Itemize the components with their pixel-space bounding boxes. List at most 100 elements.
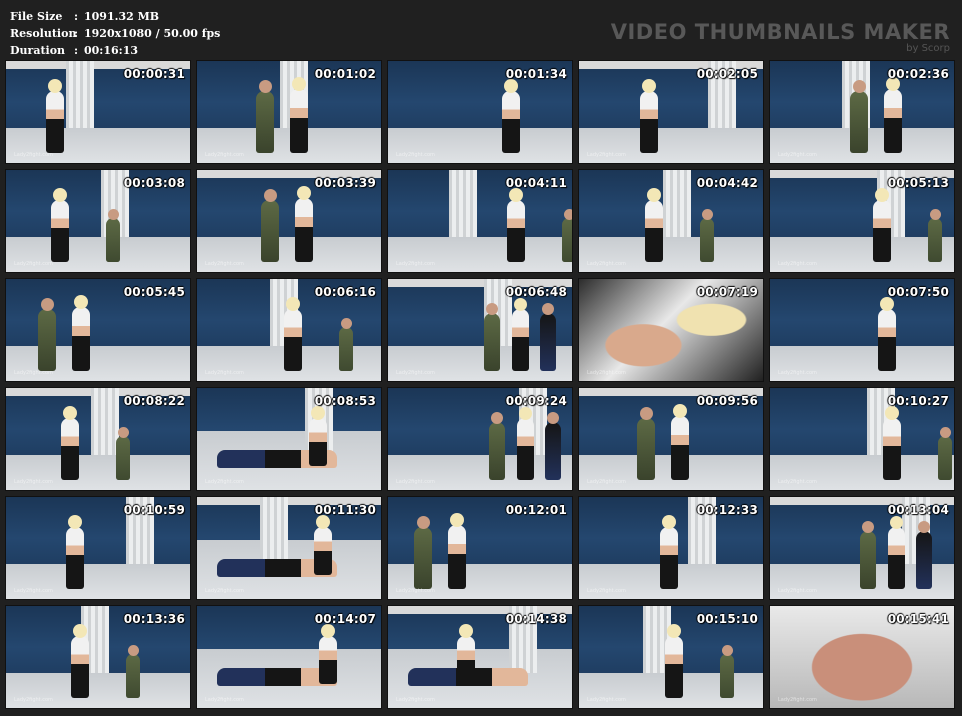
video-thumbnail[interactable]: Lady2fight.com 00:09:24 (388, 388, 572, 490)
person-figure (660, 527, 678, 589)
video-thumbnail[interactable]: Lady2fight.com 00:08:53 (197, 388, 381, 490)
window-curtain (91, 388, 119, 456)
thumbnail-timestamp: 00:01:34 (505, 67, 567, 81)
person-figure (339, 327, 353, 371)
person-figure (883, 418, 901, 480)
video-thumbnail[interactable]: Lady2fight.com 00:07:19 (579, 279, 763, 381)
thumbnail-watermark: Lady2fight.com (778, 588, 817, 594)
person-head (450, 513, 464, 527)
thumbnail-timestamp: 00:15:10 (696, 612, 758, 626)
person-head (852, 80, 866, 93)
thumbnail-timestamp: 00:05:13 (887, 176, 949, 190)
thumbnail-watermark: Lady2fight.com (396, 588, 435, 594)
thumbnail-timestamp: 00:10:27 (887, 394, 949, 408)
person-figure (878, 309, 896, 371)
file-size-label: File Size (10, 10, 63, 23)
thumbnail-watermark: Lady2fight.com (587, 697, 626, 703)
video-thumbnail[interactable]: Lady2fight.com 00:14:07 (197, 606, 381, 708)
window-curtain (663, 170, 691, 238)
person-figure (46, 91, 64, 153)
video-thumbnail[interactable]: Lady2fight.com 00:05:13 (770, 170, 954, 272)
person-figure (261, 200, 279, 262)
person-head (647, 188, 661, 202)
person-head (504, 79, 518, 93)
thumbnail-watermark: Lady2fight.com (14, 261, 53, 267)
video-thumbnail[interactable]: Lady2fight.com 00:10:59 (6, 497, 190, 599)
person-figure (448, 525, 466, 589)
thumbnail-watermark: Lady2fight.com (778, 261, 817, 267)
video-thumbnail[interactable]: Lady2fight.com 00:01:34 (388, 61, 572, 163)
thumbnail-watermark: Lady2fight.com (778, 697, 817, 703)
video-thumbnail[interactable]: Lady2fight.com 00:05:45 (6, 279, 190, 381)
person-figure (38, 309, 56, 371)
video-thumbnail[interactable]: Lady2fight.com 00:11:30 (197, 497, 381, 599)
video-thumbnail[interactable]: Lady2fight.com 00:00:31 (6, 61, 190, 163)
video-thumbnail[interactable]: Lady2fight.com 00:09:56 (579, 388, 763, 490)
person-figure (314, 527, 332, 575)
brand-subtitle: by Scorp (906, 43, 950, 54)
person-head (258, 80, 272, 93)
thumbnail-watermark: Lady2fight.com (205, 588, 244, 594)
person-head (662, 515, 676, 529)
person-head (117, 427, 129, 438)
person-figure (645, 200, 663, 262)
person-head (63, 406, 77, 420)
video-thumbnail[interactable]: Lady2fight.com 00:02:05 (579, 61, 763, 163)
person-head (316, 515, 330, 529)
video-thumbnail[interactable]: Lady2fight.com 00:06:16 (197, 279, 381, 381)
person-figure (106, 218, 120, 262)
file-size-colon: : (74, 10, 79, 23)
person-head (292, 77, 306, 91)
video-thumbnail[interactable]: Lady2fight.com 00:10:27 (770, 388, 954, 490)
person-head (74, 295, 88, 309)
thumbnail-timestamp: 00:06:16 (314, 285, 376, 299)
thumbnail-timestamp: 00:01:02 (314, 67, 376, 81)
video-thumbnail[interactable]: Lady2fight.com 00:02:36 (770, 61, 954, 163)
thumbnail-watermark: Lady2fight.com (396, 370, 435, 376)
video-thumbnail[interactable]: Lady2fight.com 00:01:02 (197, 61, 381, 163)
video-thumbnail[interactable]: Lady2fight.com 00:13:04 (770, 497, 954, 599)
video-thumbnail[interactable]: Lady2fight.com 00:14:38 (388, 606, 572, 708)
person-head (127, 645, 139, 656)
video-thumbnail[interactable]: Lady2fight.com 00:03:08 (6, 170, 190, 272)
thumbnail-timestamp: 00:05:45 (123, 285, 185, 299)
brand-title: VIDEO THUMBNAILS MAKER (610, 20, 950, 44)
window-curtain (66, 61, 94, 129)
thumbnail-timestamp: 00:15:41 (887, 612, 949, 626)
thumbnail-timestamp: 00:12:01 (505, 503, 567, 517)
thumbnail-watermark: Lady2fight.com (778, 152, 817, 158)
video-thumbnail[interactable]: Lady2fight.com 00:07:50 (770, 279, 954, 381)
video-thumbnail[interactable]: Lady2fight.com 00:03:39 (197, 170, 381, 272)
video-thumbnail[interactable]: Lady2fight.com 00:12:01 (388, 497, 572, 599)
person-figure (290, 89, 308, 153)
thumbnail-watermark: Lady2fight.com (396, 479, 435, 485)
person-head (509, 188, 523, 202)
file-info-panel: File Size : 1091.32 MB Resolution : 1920… (10, 8, 220, 59)
video-thumbnail[interactable]: Lady2fight.com 00:15:10 (579, 606, 763, 708)
video-thumbnail[interactable]: Lady2fight.com 00:06:48 (388, 279, 572, 381)
person-figure (928, 218, 942, 262)
person-head (107, 209, 119, 220)
video-thumbnail[interactable]: Lady2fight.com 00:04:11 (388, 170, 572, 272)
duration-row: Duration : 00:16:13 (10, 42, 220, 59)
person-head (416, 516, 430, 529)
thumbnail-timestamp: 00:02:05 (696, 67, 758, 81)
thumbnail-watermark: Lady2fight.com (587, 261, 626, 267)
thumbnail-timestamp: 00:09:56 (696, 394, 758, 408)
video-thumbnail[interactable]: Lady2fight.com 00:13:36 (6, 606, 190, 708)
video-thumbnail[interactable]: Lady2fight.com 00:08:22 (6, 388, 190, 490)
person-head (939, 427, 951, 438)
thumbnail-watermark: Lady2fight.com (396, 697, 435, 703)
video-thumbnail[interactable]: Lady2fight.com 00:04:42 (579, 170, 763, 272)
person-head (667, 624, 681, 638)
thumbnail-watermark: Lady2fight.com (205, 370, 244, 376)
person-figure (72, 307, 90, 371)
window-curtain (449, 170, 477, 238)
person-figure (671, 416, 689, 480)
video-thumbnail[interactable]: Lady2fight.com 00:12:33 (579, 497, 763, 599)
person-figure (884, 89, 902, 153)
thumbnail-timestamp: 00:12:33 (696, 503, 758, 517)
thumbnail-watermark: Lady2fight.com (14, 370, 53, 376)
person-figure (256, 91, 274, 153)
video-thumbnail[interactable]: Lady2fight.com 00:15:41 (770, 606, 954, 708)
